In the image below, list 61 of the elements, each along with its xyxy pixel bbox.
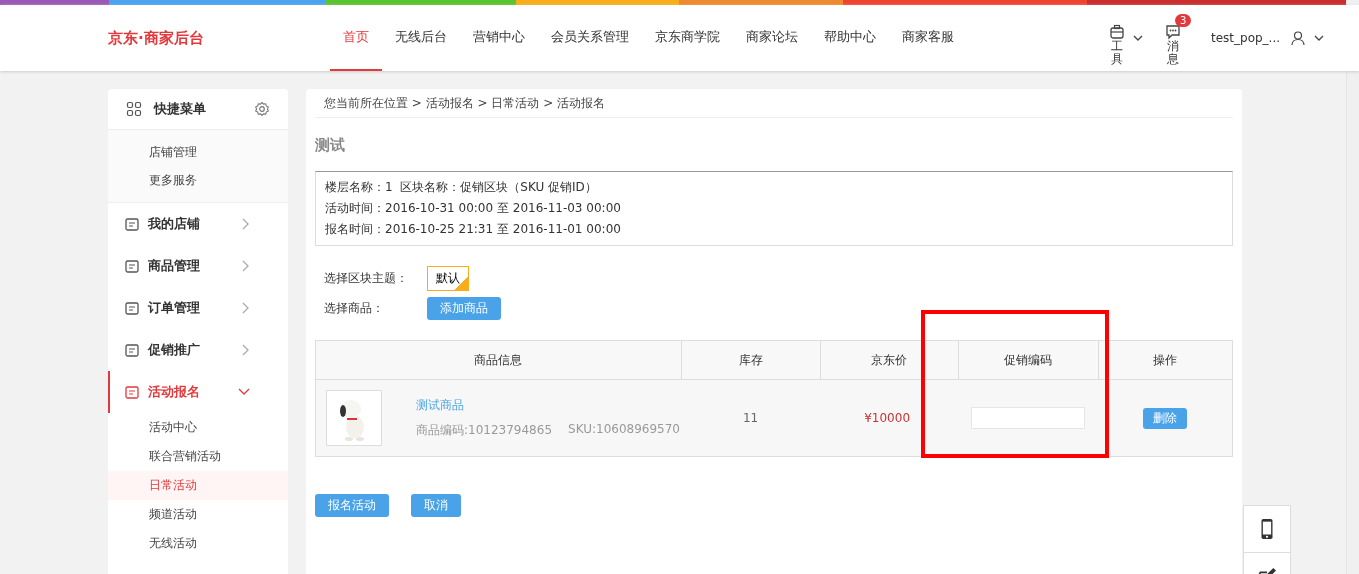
sidebar-item[interactable]: 订单管理 <box>108 287 288 329</box>
menu-icon <box>124 258 140 274</box>
theme-label: 选择区块主题： <box>324 270 409 287</box>
sidebar-subitem[interactable]: 频道活动 <box>108 500 288 529</box>
price-cell: ¥10000 <box>820 379 958 457</box>
nav-tab[interactable]: 京东商学院 <box>642 5 733 71</box>
product-label: 选择商品： <box>324 300 385 317</box>
username[interactable]: test_pop_... <box>1211 31 1281 45</box>
promo-code-field[interactable] <box>971 407 1085 429</box>
sidebar-item[interactable]: 活动报名 <box>108 371 288 413</box>
nav-tab[interactable]: 营销中心 <box>460 5 538 71</box>
breadcrumb: 您当前所在位置 > 活动报名 > 日常活动 > 活动报名 <box>315 89 1233 118</box>
sidebar-subitem[interactable]: 联合营销活动 <box>108 442 288 471</box>
nav-tab[interactable]: 商家客服 <box>889 5 967 71</box>
nav-tab[interactable]: 无线后台 <box>382 5 460 71</box>
messages-label[interactable]: 消息 <box>1167 39 1179 67</box>
settings-icon[interactable] <box>254 101 270 117</box>
info-line: 活动时间：2016-10-31 00:00 至 2016-11-03 00:00 <box>325 200 622 217</box>
sidebar-subitem[interactable]: 活动中心 <box>108 413 288 442</box>
quick-link[interactable]: 店铺管理 <box>108 138 288 166</box>
grid-icon <box>126 101 142 117</box>
quick-link[interactable]: 更多服务 <box>108 166 288 194</box>
chevron-right-icon <box>242 218 250 230</box>
menu-icon <box>124 216 140 232</box>
column-header: 京东价 <box>820 340 958 380</box>
sidebar-subitem[interactable]: 日常活动 <box>108 471 288 500</box>
product-code: 商品编码:10123794865 <box>416 422 553 439</box>
sidebar-item[interactable]: 商品管理 <box>108 245 288 287</box>
quick-menu-title: 快捷菜单 <box>154 100 207 118</box>
info-line: 楼层名称：1 区块名称：促销区块（SKU 促销ID） <box>325 179 598 196</box>
tools-label[interactable]: 工具 <box>1111 39 1123 67</box>
chevron-right-icon <box>242 302 250 314</box>
toolbox-icon[interactable] <box>1109 23 1125 40</box>
menu-icon <box>124 384 140 400</box>
nav-tab[interactable]: 首页 <box>330 5 382 71</box>
chevron-down-icon[interactable] <box>1314 35 1325 41</box>
sidebar-item[interactable]: 促销推广 <box>108 329 288 371</box>
chevron-down-icon <box>238 388 250 396</box>
column-header: 操作 <box>1098 340 1233 380</box>
chevron-down-icon[interactable] <box>1133 35 1143 41</box>
theme-option[interactable]: 默认 <box>427 266 469 291</box>
logo[interactable]: 京东·商家后台 <box>108 28 330 48</box>
user-icon[interactable] <box>1290 30 1307 46</box>
stock-cell: 11 <box>681 379 820 457</box>
menu-icon <box>124 300 140 316</box>
column-header: 库存 <box>681 340 820 380</box>
info-line: 报名时间：2016-10-25 21:31 至 2016-11-01 00:00 <box>325 221 622 238</box>
chevron-right-icon <box>242 344 250 356</box>
nav-tab[interactable]: 商家论坛 <box>733 5 811 71</box>
nav-tab[interactable]: 帮助中心 <box>811 5 889 71</box>
menu-icon <box>124 342 140 358</box>
column-header: 商品信息 <box>315 340 681 380</box>
sidebar-subitem[interactable]: 无线活动 <box>108 529 288 558</box>
page-title: 测试 <box>315 135 346 156</box>
notification-badge: 3 <box>1175 13 1192 27</box>
sku-code: SKU:10608969570 <box>568 422 680 438</box>
chat-icon[interactable] <box>1165 23 1181 40</box>
nav-tab[interactable]: 会员关系管理 <box>538 5 642 71</box>
chevron-right-icon <box>242 260 250 272</box>
sidebar-item[interactable]: 我的店铺 <box>108 203 288 245</box>
column-header: 促销编码 <box>958 340 1098 380</box>
